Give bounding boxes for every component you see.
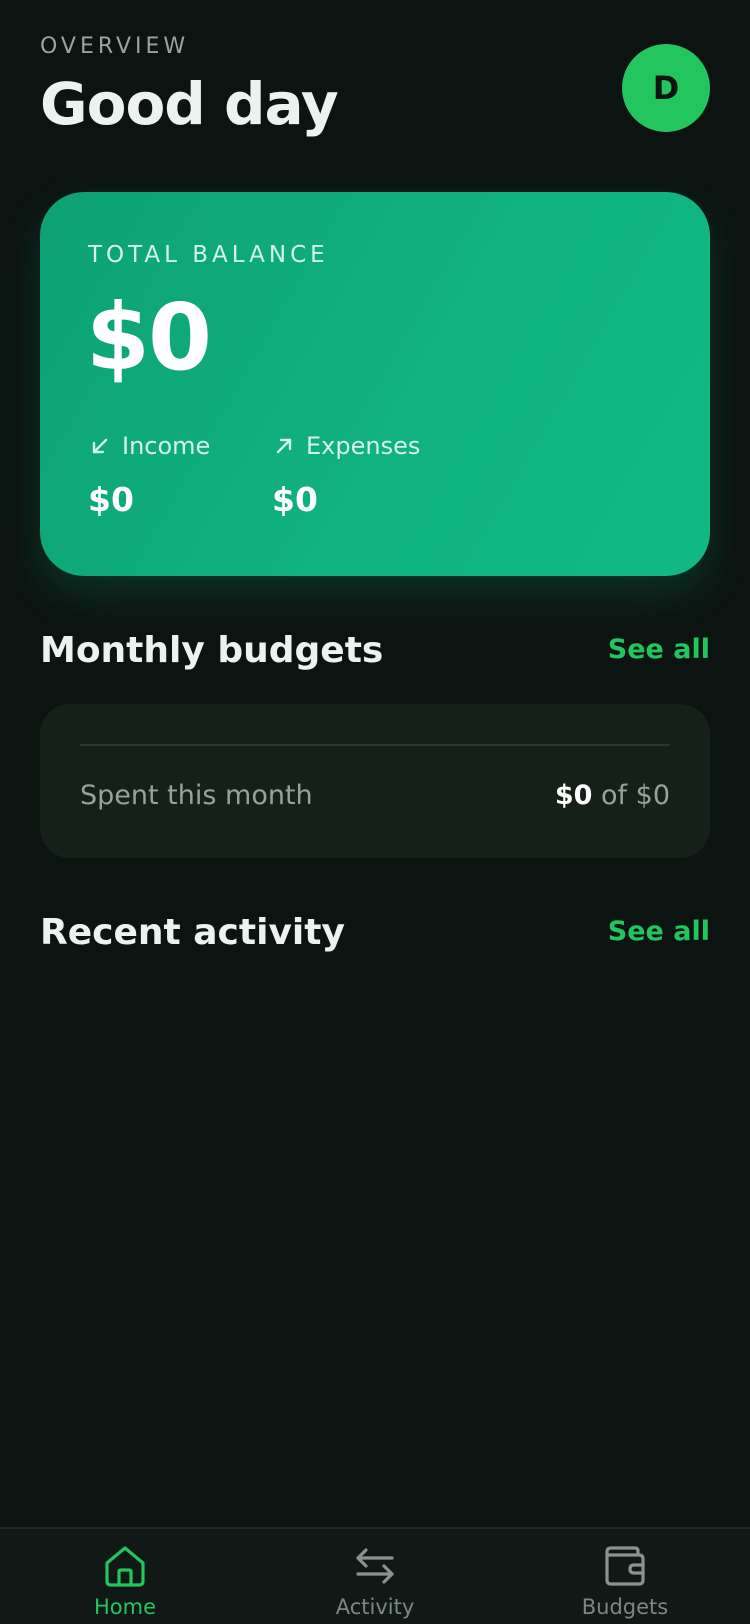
nav-label-home: Home — [93, 1595, 156, 1619]
spent-total: of $0 — [601, 780, 670, 811]
page-title: Good day — [40, 70, 339, 138]
budget-summary-card[interactable]: Spent this month $0 of $0 — [40, 704, 710, 858]
header: OVERVIEW Good day D — [40, 34, 710, 144]
balance-card[interactable]: TOTAL BALANCE $0 Income $0 Expenses $0 — [40, 192, 710, 576]
nav-label-budgets: Budgets — [581, 1595, 669, 1619]
home-icon — [102, 1543, 148, 1589]
income-summary: Income $0 — [88, 432, 210, 519]
balance-amount: $0 — [86, 284, 212, 391]
spent-amount: $0 — [554, 780, 593, 811]
nav-item-activity[interactable]: Activity — [295, 1543, 455, 1619]
income-label: Income — [122, 432, 211, 460]
activity-section-header: Recent activity See all — [40, 912, 710, 962]
balance-label: TOTAL BALANCE — [88, 242, 329, 268]
avatar[interactable]: D — [622, 44, 710, 132]
nav-item-home[interactable]: Home — [45, 1543, 205, 1619]
spent-label: Spent this month — [80, 780, 313, 811]
nav-item-budgets[interactable]: Budgets — [545, 1543, 705, 1619]
expenses-label: Expenses — [306, 432, 421, 460]
arrow-down-left-icon — [88, 434, 112, 458]
expenses-summary: Expenses $0 — [272, 432, 420, 519]
bottom-nav: Home Activity Budgets — [0, 1527, 750, 1624]
budgets-title: Monthly budgets — [40, 630, 384, 671]
activity-title: Recent activity — [40, 912, 345, 953]
budgets-section-header: Monthly budgets See all — [40, 630, 710, 680]
home-screen: OVERVIEW Good day D TOTAL BALANCE $0 Inc… — [0, 0, 750, 1624]
page-eyebrow: OVERVIEW — [40, 34, 190, 59]
activity-see-all-link[interactable]: See all — [608, 916, 710, 947]
nav-label-activity: Activity — [335, 1595, 415, 1619]
arrows-swap-icon — [352, 1543, 398, 1589]
divider — [80, 744, 670, 746]
wallet-icon — [602, 1543, 648, 1589]
expenses-value: $0 — [272, 480, 318, 519]
arrow-up-right-icon — [272, 434, 296, 458]
income-value: $0 — [88, 480, 134, 519]
spent-values: $0 of $0 — [555, 780, 670, 811]
budgets-see-all-link[interactable]: See all — [608, 634, 710, 665]
